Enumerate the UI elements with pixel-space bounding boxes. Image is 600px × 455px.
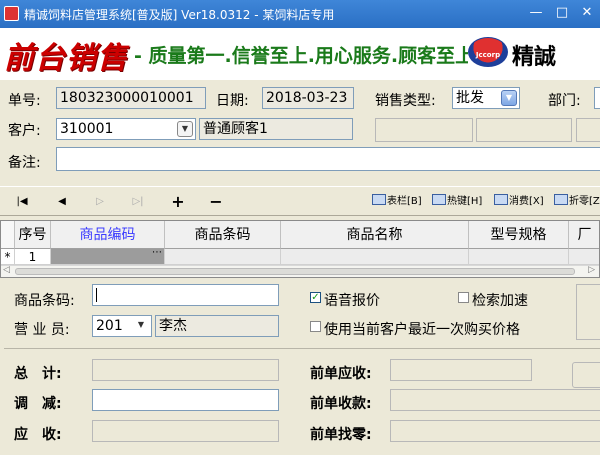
horizontal-scrollbar[interactable]: ◁ ▷ — [1, 265, 599, 277]
scissors-icon — [554, 194, 568, 205]
barcode-entry-label: 商品条码: — [14, 293, 75, 309]
discount-button[interactable]: 折零[Z] — [554, 193, 600, 211]
customer-label: 客户: — [8, 123, 41, 139]
total-field — [92, 359, 279, 381]
last-record-button[interactable]: ▷| — [128, 193, 148, 211]
customer-code-combo[interactable]: 310001 ▼ — [56, 118, 196, 140]
ellipsis-icon[interactable]: ⋯ — [152, 245, 162, 261]
info-box-1 — [375, 118, 473, 142]
sale-type-value: 批发 — [456, 90, 484, 106]
salesman-label: 营 业 员: — [14, 322, 70, 338]
voice-quote-label: 语音报价 — [324, 293, 380, 309]
columns-button[interactable]: 表栏[B] — [372, 193, 422, 211]
search-accel-checkbox[interactable] — [458, 292, 469, 303]
brand-logo-icon: Jccorp — [468, 37, 508, 67]
prev-paid-label: 前单收款: — [310, 396, 372, 412]
scroll-right-icon[interactable]: ▷ — [588, 265, 595, 275]
customer-name-field: 普通顾客1 — [199, 118, 353, 140]
barcode-entry-input[interactable] — [92, 284, 279, 306]
title-bar: 精诚饲料店管理系统[普及版] Ver18.0312 - 某饲料店专用 — □ ✕ — [0, 0, 600, 28]
table-icon — [372, 194, 386, 205]
last-price-label: 使用当前客户最近一次购买价格 — [324, 322, 520, 338]
prev-change-label: 前单找零: — [310, 427, 372, 443]
module-logo-text: 前台销售 — [4, 41, 128, 76]
sale-type-select[interactable]: 批发 ▼ — [452, 87, 520, 109]
row-header-corner — [1, 221, 15, 249]
prev-record-button[interactable]: ◀ — [52, 193, 72, 211]
due-label: 应 收: — [14, 427, 62, 443]
separator — [4, 348, 600, 349]
info-box-3 — [576, 118, 600, 142]
table-cell-code-selected[interactable]: ⋯ — [51, 247, 165, 265]
window-title: 精诚饲料店管理系统[普及版] Ver18.0312 - 某饲料店专用 — [24, 8, 335, 22]
keyboard-icon — [432, 194, 446, 205]
col-header-spec[interactable]: 型号规格 — [469, 221, 569, 249]
banner: 前台销售 - 质量第一.信誉至上.用心服务.顾客至上 Jccorp 精誠 — [0, 28, 600, 80]
scroll-thumb[interactable] — [15, 268, 575, 275]
dept-label: 部门: — [548, 93, 581, 109]
eraser-icon — [494, 194, 508, 205]
close-button[interactable]: ✕ — [577, 4, 597, 22]
remark-field[interactable] — [56, 147, 600, 171]
first-record-button[interactable]: |◀ — [12, 193, 32, 211]
minimize-button[interactable]: — — [526, 4, 546, 22]
table-cell-barcode[interactable] — [165, 249, 281, 265]
date-field[interactable]: 2018-03-23 — [262, 87, 354, 109]
col-header-name[interactable]: 商品名称 — [281, 221, 469, 249]
slogan: - 质量第一.信誉至上.用心服务.顾客至上 — [134, 45, 468, 67]
dept-field[interactable] — [594, 87, 600, 109]
col-header-factory[interactable]: 厂 — [569, 221, 599, 249]
info-box-2 — [476, 118, 572, 142]
action-button[interactable] — [572, 362, 600, 388]
prev-change-field — [390, 420, 600, 442]
table-cell-seq[interactable]: 1 — [15, 249, 51, 265]
date-label: 日期: — [216, 93, 249, 109]
maximize-button[interactable]: □ — [552, 4, 572, 22]
sale-type-label: 销售类型: — [375, 93, 436, 109]
info-box-4 — [576, 284, 600, 340]
due-field — [92, 420, 279, 442]
prev-due-label: 前单应收: — [310, 366, 372, 382]
salesman-name-field: 李杰 — [155, 315, 279, 337]
order-no-field[interactable]: 180323000010001 — [56, 87, 206, 109]
delete-row-button[interactable]: − — [206, 193, 226, 211]
col-header-code[interactable]: 商品编码 — [51, 221, 165, 249]
adjust-input[interactable] — [92, 389, 279, 411]
adjust-label: 调 减: — [14, 396, 62, 412]
text-cursor — [96, 288, 97, 302]
chevron-down-icon[interactable]: ▼ — [177, 121, 193, 137]
chevron-down-icon[interactable]: ▼ — [501, 90, 517, 106]
col-header-barcode[interactable]: 商品条码 — [165, 221, 281, 249]
table-cell-spec[interactable] — [469, 249, 569, 265]
toolbar: |◀ ◀ ▷ ▷| + − 表栏[B] 热键[H] 消费[X] 折零[Z] — [0, 186, 600, 216]
customer-code-value: 310001 — [60, 121, 114, 137]
total-label: 总 计: — [14, 366, 62, 382]
salesman-code-combo[interactable]: 201 ▼ — [92, 315, 152, 337]
col-header-seq[interactable]: 序号 — [15, 221, 51, 249]
prev-due-field — [390, 359, 532, 381]
search-accel-label: 检索加速 — [472, 293, 528, 309]
add-row-button[interactable]: + — [168, 193, 188, 211]
order-no-label: 单号: — [8, 93, 41, 109]
row-marker: * — [1, 249, 15, 265]
remark-label: 备注: — [8, 155, 41, 171]
app-icon — [4, 6, 19, 21]
next-record-button[interactable]: ▷ — [90, 193, 110, 211]
voice-quote-checkbox[interactable]: ✓ — [310, 292, 321, 303]
table-cell-factory[interactable] — [569, 249, 599, 265]
items-grid[interactable]: 序号 商品编码 商品条码 商品名称 型号规格 厂 * 1 ⋯ ◁ ▷ — [0, 220, 600, 278]
chevron-down-icon[interactable]: ▼ — [133, 318, 149, 334]
hotkeys-button[interactable]: 热键[H] — [432, 193, 482, 211]
clear-button[interactable]: 消费[X] — [494, 193, 544, 211]
scroll-left-icon[interactable]: ◁ — [3, 265, 10, 275]
prev-paid-field — [390, 389, 600, 411]
salesman-code-value: 201 — [96, 318, 123, 334]
table-cell-name[interactable] — [281, 249, 469, 265]
brand-name: 精誠 — [512, 45, 557, 70]
last-price-checkbox[interactable] — [310, 321, 321, 332]
